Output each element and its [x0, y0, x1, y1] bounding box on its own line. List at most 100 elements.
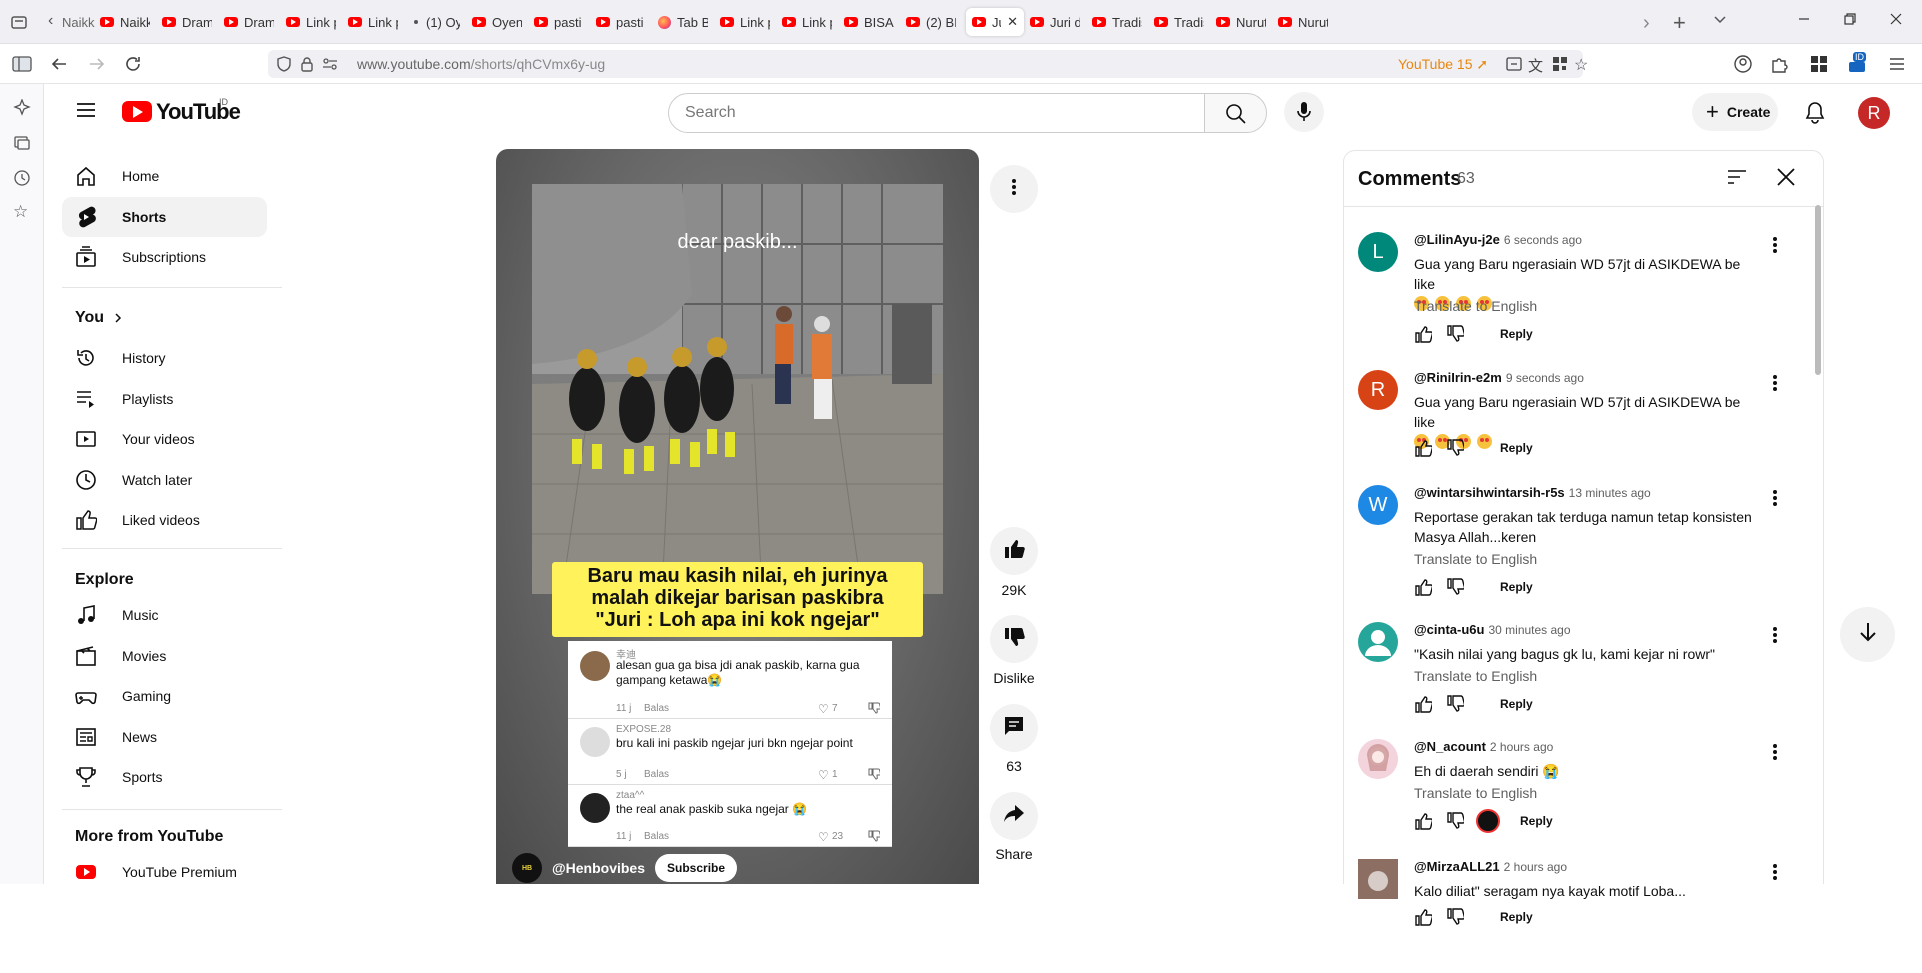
comment-time[interactable]: 9 seconds ago — [1506, 371, 1584, 385]
comment-dislike-icon[interactable] — [1446, 439, 1464, 457]
guide-item-news[interactable]: News — [62, 717, 267, 757]
comment-avatar[interactable] — [1358, 859, 1398, 899]
guide-item-history[interactable]: History — [62, 338, 267, 378]
synced-tabs-icon[interactable] — [13, 134, 31, 152]
close-window-icon[interactable] — [1889, 12, 1903, 26]
comment-author[interactable]: @LilinAyu-j2e — [1414, 232, 1500, 247]
tab[interactable]: Naikk — [62, 8, 98, 36]
translate-link[interactable]: Translate to English — [1414, 668, 1537, 684]
tab[interactable]: (1) Oy — [410, 8, 460, 36]
create-button[interactable]: + Create — [1692, 93, 1778, 131]
tab[interactable]: Nurut — [1278, 8, 1328, 36]
comment-time[interactable]: 6 seconds ago — [1504, 233, 1582, 247]
tab[interactable]: Nurut — [1216, 8, 1266, 36]
bookmarks-star-icon[interactable]: ☆ — [13, 202, 28, 222]
guide-item-shorts[interactable]: Shorts — [62, 196, 267, 237]
comment-author[interactable]: @N_acount — [1414, 739, 1486, 754]
tab[interactable]: pasti b — [534, 8, 584, 36]
permissions-icon[interactable] — [322, 56, 338, 72]
more-actions-button[interactable] — [990, 165, 1038, 213]
tab[interactable]: Drama — [224, 8, 274, 36]
close-panel-icon[interactable] — [1776, 167, 1796, 187]
forward-icon[interactable] — [88, 55, 106, 73]
translate-link[interactable]: Translate to English — [1414, 551, 1537, 567]
comment-like-icon[interactable] — [1414, 908, 1432, 926]
tab-overflow-chevron-icon[interactable] — [1713, 12, 1727, 26]
reply-button[interactable]: Reply — [1500, 441, 1533, 455]
restore-icon[interactable] — [1843, 12, 1857, 26]
extension-grid-icon[interactable] — [1810, 55, 1828, 73]
reply-button[interactable]: Reply — [1500, 697, 1533, 711]
comment-avatar[interactable]: L — [1358, 232, 1398, 272]
comment-dislike-icon[interactable] — [1446, 908, 1464, 926]
comment-dislike-icon[interactable] — [1446, 578, 1464, 596]
translate-link[interactable]: Translate to English — [1414, 298, 1537, 314]
channel-name[interactable]: @Henbovibes — [552, 860, 645, 876]
comment-like-icon[interactable] — [1414, 695, 1432, 713]
youtube-logo-icon[interactable] — [122, 101, 152, 122]
search-input[interactable] — [668, 93, 1205, 133]
translate-icon[interactable]: 文 — [1528, 55, 1543, 76]
guide-item-watch-later[interactable]: Watch later — [62, 460, 267, 500]
guide-item-playlists[interactable]: Playlists — [62, 379, 267, 419]
history-clock-icon[interactable] — [13, 169, 31, 187]
comment-avatar[interactable]: W — [1358, 485, 1398, 525]
tab[interactable]: Juri di — [1030, 8, 1080, 36]
tab[interactable]: (2) BIS — [906, 8, 956, 36]
new-tab-icon[interactable]: + — [1673, 10, 1686, 36]
app-menu-icon[interactable] — [1888, 55, 1906, 73]
comment-author[interactable]: @cinta-u6u — [1414, 622, 1484, 637]
comment-like-icon[interactable] — [1414, 578, 1432, 596]
like-button[interactable] — [990, 527, 1038, 575]
scroll-down-button[interactable] — [1840, 607, 1895, 662]
comment-dislike-icon[interactable] — [1446, 812, 1464, 830]
tab-active[interactable]: Juri ✕ — [966, 8, 1024, 36]
qr-code-icon[interactable] — [1552, 56, 1568, 72]
tab[interactable]: Tab Ba — [658, 8, 708, 36]
guide-item-your-videos[interactable]: Your videos — [62, 419, 267, 459]
extensions-puzzle-icon[interactable] — [1770, 55, 1788, 73]
comment-author[interactable]: @MirzaALL21 — [1414, 859, 1500, 874]
tab[interactable]: Tradisi — [1092, 8, 1142, 36]
channel-avatar[interactable]: HB — [512, 853, 542, 883]
tab[interactable]: BISA A — [844, 8, 894, 36]
shield-icon[interactable] — [276, 56, 292, 72]
tab-scroll-right-icon[interactable]: › — [1643, 12, 1650, 35]
comment-more-icon[interactable] — [1772, 626, 1778, 649]
guide-menu-icon[interactable] — [75, 100, 97, 120]
reply-button[interactable]: Reply — [1500, 580, 1533, 594]
tab[interactable]: Oyen — [472, 8, 522, 36]
reply-button[interactable]: Reply — [1500, 327, 1533, 341]
tab[interactable]: Tradisi — [1154, 8, 1204, 36]
shorts-player[interactable]: dear paskib... Baru mau kasih nilai, eh … — [496, 149, 979, 884]
address-bar[interactable]: www.youtube.com/shorts/qhCVmx6y-ug YouTu… — [268, 50, 1588, 78]
tab-scroll-left-icon[interactable]: ‹ — [48, 12, 53, 30]
extension-vpn-icon[interactable] — [1848, 60, 1866, 74]
bookmark-star-icon[interactable]: ☆ — [1574, 55, 1588, 75]
sort-icon[interactable] — [1726, 168, 1748, 186]
reload-icon[interactable] — [124, 55, 142, 73]
minimize-icon[interactable] — [1797, 12, 1811, 26]
guide-item-movies[interactable]: Movies — [62, 636, 267, 676]
voice-search-button[interactable] — [1284, 92, 1324, 132]
tab-list-icon[interactable] — [10, 13, 28, 31]
comment-time[interactable]: 30 minutes ago — [1488, 623, 1570, 637]
guide-item-gaming[interactable]: Gaming — [62, 676, 267, 716]
comment-dislike-icon[interactable] — [1446, 325, 1464, 343]
subscribe-button[interactable]: Subscribe — [655, 854, 738, 882]
tab[interactable]: Link p — [720, 8, 770, 36]
url-text[interactable]: www.youtube.com/shorts/qhCVmx6y-ug — [357, 56, 605, 72]
comment-more-icon[interactable] — [1772, 863, 1778, 886]
comments-button[interactable] — [990, 704, 1038, 752]
promo-badge[interactable]: YouTube 15 ➚ — [1398, 56, 1488, 73]
comment-more-icon[interactable] — [1772, 743, 1778, 766]
search-button[interactable] — [1204, 93, 1267, 133]
guide-item-youtube-premium[interactable]: YouTube Premium — [62, 852, 267, 892]
comment-avatar[interactable]: R — [1358, 370, 1398, 410]
tab[interactable]: Naikk — [100, 8, 150, 36]
comment-time[interactable]: 13 minutes ago — [1569, 486, 1651, 500]
notifications-bell-icon[interactable] — [1804, 101, 1826, 125]
share-button[interactable] — [990, 792, 1038, 840]
comment-author[interactable]: @RiniIrin-e2m — [1414, 370, 1502, 385]
lock-icon[interactable] — [300, 56, 314, 72]
